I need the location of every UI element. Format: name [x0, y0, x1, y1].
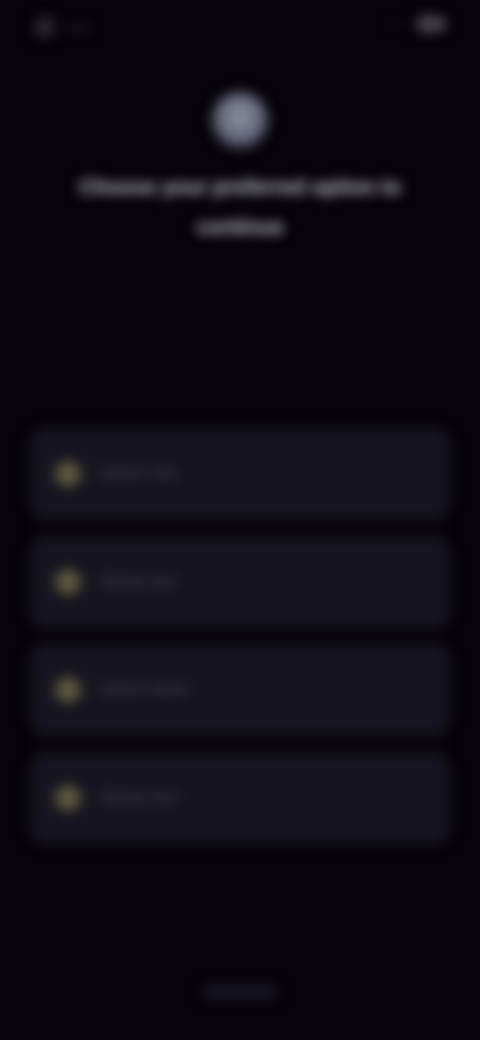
- status-left: 9:41: [34, 16, 91, 38]
- circle-icon: [54, 784, 82, 812]
- option-label: Option four: [100, 789, 180, 806]
- status-indicator-icon: [34, 16, 56, 38]
- status-right: •••: [389, 16, 446, 32]
- circle-icon: [54, 676, 82, 704]
- status-bar: 9:41 •••: [34, 16, 446, 38]
- option-item-4[interactable]: Option four: [30, 752, 450, 844]
- signal-icon: •••: [389, 17, 408, 31]
- option-label: Option three: [100, 681, 189, 698]
- battery-icon: [416, 16, 446, 32]
- option-label: Option one: [100, 465, 179, 482]
- option-label: Option two: [100, 573, 177, 590]
- page-title: Choose your preferred option to continue: [78, 176, 401, 239]
- circle-icon: [54, 568, 82, 596]
- status-time: 9:41: [66, 19, 92, 35]
- home-indicator[interactable]: [204, 986, 276, 998]
- circle-icon: [54, 460, 82, 488]
- options-list: Option one Option two Option three Optio…: [30, 428, 450, 860]
- blurred-content: 9:41 ••• Choose your preferred option to…: [0, 0, 480, 1040]
- option-item-1[interactable]: Option one: [30, 428, 450, 520]
- option-item-3[interactable]: Option three: [30, 644, 450, 736]
- app-screen: 9:41 ••• Choose your preferred option to…: [0, 0, 480, 1040]
- avatar-icon: [212, 92, 268, 148]
- option-item-2[interactable]: Option two: [30, 536, 450, 628]
